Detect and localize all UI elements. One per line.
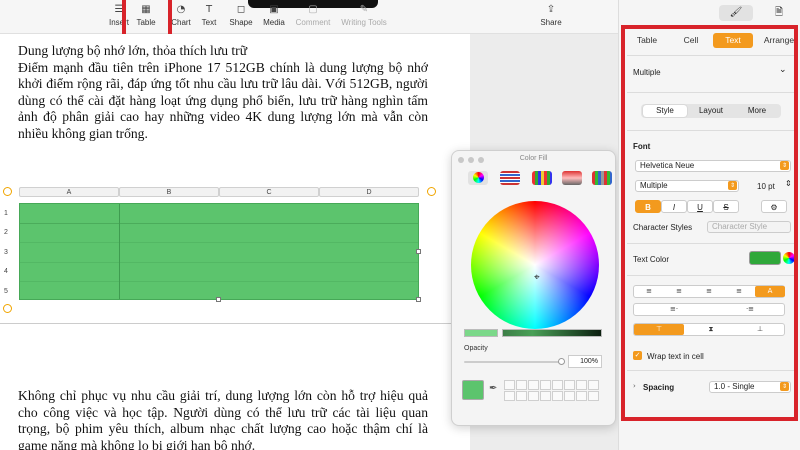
image-palettes-mode-icon[interactable] — [562, 171, 582, 185]
column-header-c[interactable]: C — [219, 187, 319, 197]
opacity-slider-knob[interactable] — [558, 358, 565, 365]
opacity-value-field[interactable]: 100% — [568, 355, 602, 368]
row-header-2[interactable]: 2 — [0, 229, 12, 236]
selection-handle[interactable] — [216, 297, 221, 302]
eyedropper-icon[interactable]: ✒ — [489, 383, 497, 394]
writing-tools-icon: ✎ — [359, 4, 369, 15]
row-header-4[interactable]: 4 — [0, 268, 12, 275]
share-icon: ⇪ — [546, 4, 556, 15]
column-header-d[interactable]: D — [319, 187, 419, 197]
column-header-a[interactable]: A — [19, 187, 119, 197]
writing-tools-button[interactable]: ✎ Writing Tools — [338, 2, 390, 32]
opacity-slider[interactable] — [464, 358, 565, 365]
color-wheel[interactable]: ⌖ — [471, 201, 599, 329]
row-header-3[interactable]: 3 — [0, 249, 12, 256]
crosshair-icon[interactable]: ⌖ — [534, 273, 544, 283]
text-icon: T — [205, 4, 213, 15]
row-header-5[interactable]: 5 — [0, 288, 12, 295]
selected-color-bar — [464, 329, 498, 337]
shape-icon: ◻ — [236, 4, 246, 15]
table-grid-line — [20, 242, 418, 243]
pencils-mode-icon[interactable] — [592, 171, 612, 185]
column-header-b[interactable]: B — [119, 187, 219, 197]
media-icon: ▣ — [269, 4, 279, 15]
table-grid-line — [20, 223, 418, 224]
page-break — [0, 323, 470, 324]
share-button[interactable]: ⇪ Share — [528, 2, 574, 32]
saved-color-swatches[interactable] — [504, 380, 599, 401]
toolbar: ☰ Insert ▦ Table ◔ Chart T Text ◻ Shape … — [0, 0, 618, 34]
color-wheel-mode-icon[interactable] — [468, 171, 488, 185]
table-grid-line — [20, 281, 418, 282]
color-picker-modes — [462, 169, 612, 187]
table-cells[interactable] — [19, 203, 419, 300]
document-canvas[interactable]: Dung lượng bộ nhớ lớn, thỏa thích lưu tr… — [0, 34, 470, 450]
color-fill-title: Color Fill — [519, 155, 548, 162]
table-grid-line — [20, 262, 418, 263]
table[interactable]: A B C D 1 2 3 4 5 — [0, 184, 470, 314]
selection-handle[interactable] — [416, 249, 421, 254]
doc-paragraph-1: Điểm mạnh đầu tiên trên iPhone 17 512GB … — [18, 59, 428, 141]
document-icon[interactable]: 🗎 — [771, 5, 787, 21]
opacity-label: Opacity — [464, 345, 488, 352]
row-header-1[interactable]: 1 — [0, 210, 12, 217]
table-top-left-handle[interactable] — [3, 187, 12, 196]
table-column-handle[interactable] — [427, 187, 436, 196]
table-icon: ▦ — [141, 4, 151, 15]
sidebar-top-bar: 🖌 🗎 — [619, 0, 800, 28]
comment-icon: ▢ — [308, 4, 318, 15]
doc-paragraph-2: Không chỉ phục vụ nhu cầu giải trí, dung… — [18, 388, 428, 450]
selection-handle[interactable] — [416, 297, 421, 302]
table-row-handle[interactable] — [3, 304, 12, 313]
format-brush-icon[interactable]: 🖌 — [719, 5, 753, 21]
comment-button[interactable]: ▢ Comment — [290, 2, 336, 32]
table-grid-line — [119, 204, 120, 299]
color-sliders-mode-icon[interactable] — [500, 171, 520, 185]
format-panel-highlight — [621, 25, 798, 421]
color-fill-window[interactable]: Color Fill ⌖ Opacity 100% ✒ — [451, 150, 616, 426]
brightness-slider[interactable] — [502, 329, 602, 337]
current-color-swatch[interactable] — [462, 380, 484, 400]
color-palettes-mode-icon[interactable] — [532, 171, 552, 185]
doc-heading: Dung lượng bộ nhớ lớn, thỏa thích lưu tr… — [18, 43, 248, 58]
pages-app-window: ☰ Insert ▦ Table ◔ Chart T Text ◻ Shape … — [0, 0, 800, 450]
